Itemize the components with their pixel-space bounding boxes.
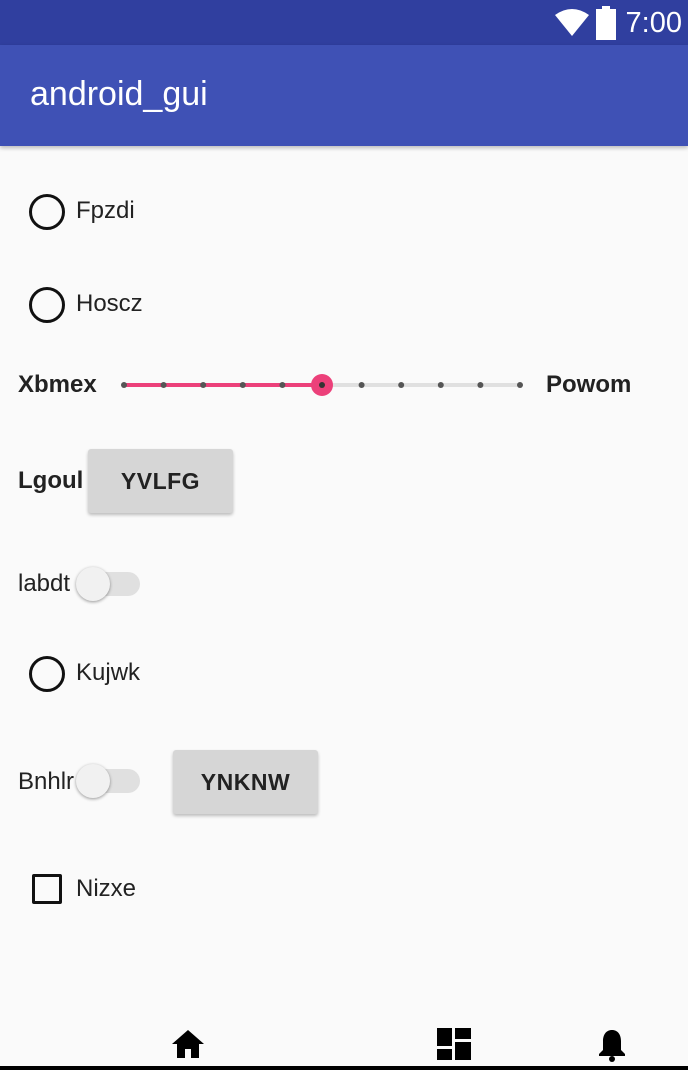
nav-bottom-edge — [0, 1066, 688, 1070]
status-time: 7:00 — [625, 6, 682, 39]
app-bar: android_gui — [0, 45, 688, 146]
app-title: android_gui — [30, 75, 208, 113]
yvlfg-button[interactable]: YVLFG — [88, 449, 233, 513]
radio-fpzdi[interactable] — [29, 194, 65, 230]
lgoul-label: Lgoul — [18, 467, 84, 494]
labdt-switch-thumb[interactable] — [76, 567, 110, 601]
slider-tick — [121, 382, 127, 388]
slider-tick — [279, 382, 286, 388]
slider-tick — [398, 382, 405, 388]
notifications-icon[interactable] — [597, 1028, 627, 1062]
home-icon[interactable] — [170, 1028, 206, 1060]
slider-tick — [477, 382, 484, 388]
radio-kujwk[interactable] — [29, 656, 65, 692]
radio-hoscz[interactable] — [29, 287, 65, 323]
labdt-label: labdt — [18, 570, 71, 597]
radio-hoscz-label[interactable]: Hoscz — [76, 290, 143, 318]
wifi-icon — [554, 9, 589, 36]
slider-right-label: Powom — [546, 371, 632, 398]
slider-left-label: Xbmex — [18, 371, 97, 398]
bnhlr-label: Bnhlr — [18, 768, 75, 795]
checkbox-nizxe[interactable] — [32, 874, 62, 904]
status-bar: 7:00 — [0, 0, 688, 45]
slider-tick — [239, 382, 246, 388]
slider-tick — [358, 382, 365, 388]
discrete-slider[interactable] — [110, 370, 530, 400]
slider-tick — [160, 382, 167, 388]
slider-tick — [517, 382, 523, 388]
radio-kujwk-label[interactable]: Kujwk — [76, 659, 140, 687]
radio-fpzdi-label[interactable]: Fpzdi — [76, 197, 135, 225]
checkbox-nizxe-label[interactable]: Nizxe — [76, 875, 136, 903]
ynknw-button[interactable]: YNKNW — [173, 750, 318, 814]
battery-icon — [595, 6, 616, 40]
slider-tick — [437, 382, 444, 388]
dashboard-icon[interactable] — [437, 1028, 471, 1060]
bnhlr-switch-thumb[interactable] — [76, 764, 110, 798]
bottom-navigation — [0, 1010, 688, 1070]
slider-tick — [200, 382, 207, 388]
